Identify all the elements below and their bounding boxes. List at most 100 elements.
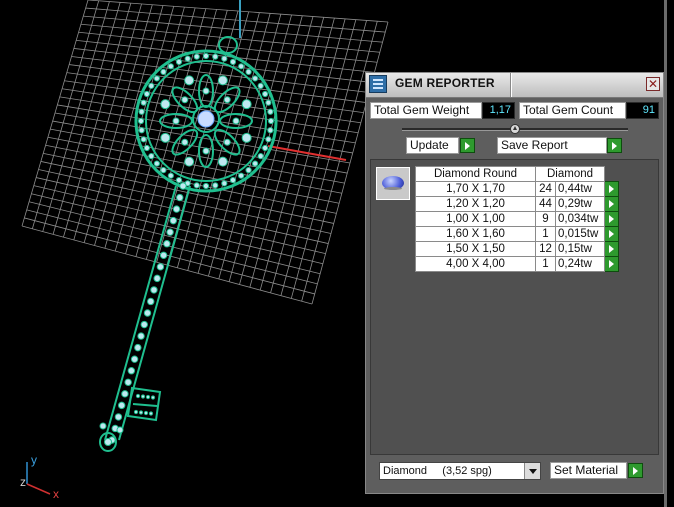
- gem-stone: [245, 68, 252, 75]
- gem-stone: [137, 117, 145, 125]
- gem-stone: [181, 138, 189, 146]
- gem-stone: [160, 167, 167, 174]
- gem-stone: [181, 96, 189, 104]
- gem-stone: [147, 297, 155, 306]
- gem-weight: 0,015tw: [555, 226, 605, 242]
- gem-count: 24: [535, 181, 556, 197]
- row-select-play-icon[interactable]: [604, 211, 619, 227]
- gem-stone: [245, 167, 252, 174]
- gem-weight: 0,44tw: [555, 181, 605, 197]
- row-select-play-icon[interactable]: [604, 196, 619, 212]
- save-report-play-icon[interactable]: [607, 138, 622, 153]
- gem-size: 1,50 X 1,50: [415, 241, 536, 257]
- gem-stone: [127, 367, 136, 375]
- gem-stone: [143, 410, 149, 416]
- table-row[interactable]: 1,50 X 1,50 12 0,15tw: [415, 241, 619, 257]
- gem-stone: [229, 177, 237, 184]
- table-row[interactable]: 1,00 X 1,00 9 0,034tw: [415, 211, 619, 227]
- gem-stone: [166, 228, 174, 236]
- set-material-play-icon[interactable]: [628, 463, 643, 478]
- gem-count: 1: [535, 226, 556, 242]
- chevron-down-icon[interactable]: [524, 463, 540, 479]
- gem-count: 9: [535, 211, 556, 227]
- center-stone: [197, 110, 215, 128]
- gem-stone: [99, 422, 107, 430]
- gem-stone: [140, 99, 147, 106]
- gem-stone: [217, 156, 228, 167]
- table-row[interactable]: 1,60 X 1,60 1 0,015tw: [415, 226, 619, 242]
- gem-reporter-panel: GEM REPORTER ✕ Total Gem Weight 1,17 Tot…: [365, 72, 664, 494]
- update-button[interactable]: Update: [406, 137, 459, 154]
- gem-stone: [184, 75, 195, 86]
- gem-list-area[interactable]: Diamond Round Diamond 1,70 X 1,70 24 0,4…: [370, 159, 659, 455]
- key-pendant-model[interactable]: [99, 36, 278, 452]
- gem-stone: [133, 409, 139, 415]
- total-gem-count-value: 91: [626, 102, 659, 119]
- table-row[interactable]: 1,20 X 1,20 44 0,29tw: [415, 196, 619, 212]
- gem-stone: [241, 99, 252, 110]
- gem-stone: [202, 147, 210, 155]
- diamond-gem-icon[interactable]: [376, 167, 410, 200]
- axis-z-label: z: [20, 475, 26, 489]
- titlebar-separator: [510, 73, 512, 97]
- grid-line: [280, 19, 357, 296]
- gem-stone: [172, 117, 180, 125]
- gem-stone: [252, 160, 259, 167]
- gem-stone: [262, 90, 269, 98]
- gem-stone: [134, 343, 142, 352]
- gem-weight: 0,29tw: [555, 196, 605, 212]
- gem-stone: [202, 87, 210, 95]
- update-play-icon[interactable]: [460, 138, 475, 153]
- gem-stone: [265, 136, 272, 143]
- gem-weight: 0,034tw: [555, 211, 605, 227]
- gem-stone: [145, 394, 151, 400]
- gem-stone: [143, 90, 150, 98]
- gem-stone: [114, 413, 123, 421]
- gem-stone: [116, 426, 124, 434]
- gem-stone: [267, 127, 274, 134]
- gem-stone: [156, 263, 165, 271]
- save-report-button[interactable]: Save Report: [497, 137, 607, 154]
- gem-stone: [138, 127, 145, 134]
- grid-line: [249, 17, 325, 288]
- gem-stone: [202, 182, 210, 190]
- gem-count: 1: [535, 256, 556, 272]
- gem-size: 1,00 X 1,00: [415, 211, 536, 227]
- header-material: Diamond: [535, 166, 605, 182]
- row-select-play-icon[interactable]: [604, 241, 619, 257]
- gem-stone: [130, 355, 139, 363]
- close-icon[interactable]: ✕: [646, 77, 660, 91]
- panel-title: GEM REPORTER: [395, 76, 495, 90]
- gem-stone: [184, 55, 191, 62]
- table-row[interactable]: 4,00 X 4,00 1 0,24tw: [415, 256, 619, 272]
- gem-stone: [135, 393, 141, 399]
- gem-stone: [267, 117, 275, 125]
- gem-stone: [212, 182, 219, 189]
- gem-stone: [138, 108, 145, 115]
- total-gem-weight-label: Total Gem Weight: [370, 102, 482, 119]
- gem-weight: 0,15tw: [555, 241, 605, 257]
- gem-stone: [193, 53, 200, 60]
- gem-stone: [148, 82, 155, 89]
- gem-stone: [153, 160, 160, 167]
- key-bit-line: [132, 403, 158, 407]
- gem-stone: [265, 99, 272, 106]
- grid-line: [270, 18, 346, 293]
- gem-stone: [150, 286, 158, 294]
- gem-stone: [217, 75, 228, 86]
- gem-stone: [172, 205, 181, 213]
- row-select-play-icon[interactable]: [604, 181, 619, 197]
- panel-titlebar[interactable]: GEM REPORTER ✕: [366, 73, 663, 98]
- set-material-button[interactable]: Set Material: [550, 462, 627, 479]
- gem-stone: [143, 309, 152, 317]
- row-select-play-icon[interactable]: [604, 256, 619, 272]
- gem-stone: [232, 117, 240, 125]
- material-dropdown[interactable]: Diamond (3,52 spg): [379, 462, 541, 480]
- panel-slider-knob[interactable]: [510, 124, 520, 134]
- gem-stone: [153, 75, 160, 82]
- gem-stone: [140, 394, 146, 399]
- gem-stone: [150, 395, 156, 400]
- row-select-play-icon[interactable]: [604, 226, 619, 242]
- gem-stone: [238, 172, 245, 179]
- table-row[interactable]: 1,70 X 1,70 24 0,44tw: [415, 181, 619, 197]
